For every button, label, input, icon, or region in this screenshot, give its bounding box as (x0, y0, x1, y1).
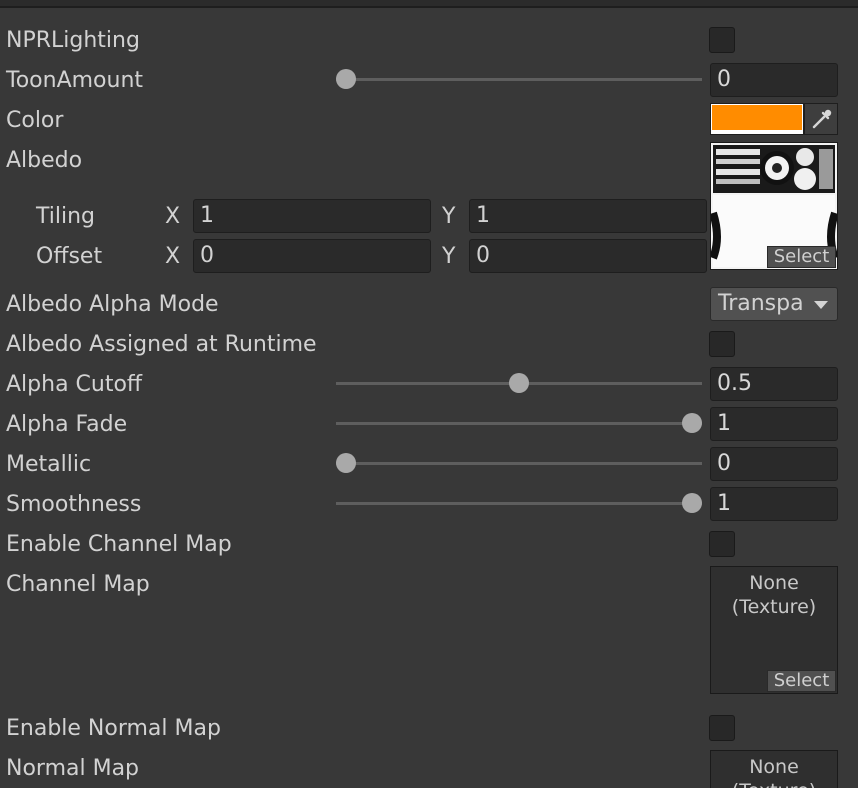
offset-x-field[interactable]: 0 (193, 239, 431, 273)
enable-normal-map-checkbox[interactable] (709, 715, 735, 741)
toon-amount-slider-track[interactable] (336, 78, 702, 81)
metallic-field[interactable]: 0 (710, 447, 838, 481)
tiling-x-field[interactable]: 1 (193, 199, 431, 233)
tiling-label: Tiling (36, 204, 96, 229)
albedo-runtime-label: Albedo Assigned at Runtime (6, 332, 317, 357)
metallic-slider-track[interactable] (336, 462, 702, 465)
color-swatch[interactable] (710, 103, 804, 135)
normal-map-texture-slot[interactable]: None (Texture) (710, 750, 838, 788)
channel-map-texture-type-text: (Texture) (731, 596, 817, 618)
alpha-cutoff-field[interactable]: 0.5 (710, 367, 838, 401)
alpha-cutoff-slider-handle[interactable] (509, 373, 529, 393)
offset-label: Offset (36, 244, 103, 269)
metallic-slider-handle[interactable] (336, 453, 356, 473)
alpha-fade-slider-handle[interactable] (682, 413, 702, 433)
albedo-texture-slot[interactable]: Select (710, 142, 838, 270)
npr-lighting-checkbox[interactable] (709, 27, 735, 53)
smoothness-label: Smoothness (6, 492, 142, 517)
smoothness-slider-track[interactable] (336, 502, 702, 505)
metallic-label: Metallic (6, 452, 92, 477)
alpha-cutoff-label: Alpha Cutoff (6, 372, 143, 397)
smoothness-slider-handle[interactable] (682, 493, 702, 513)
tiling-y-label: Y (442, 204, 456, 229)
offset-y-field[interactable]: 0 (469, 239, 707, 273)
enable-channel-map-checkbox[interactable] (709, 531, 735, 557)
albedo-select-button[interactable]: Select (767, 246, 836, 268)
alpha-fade-label: Alpha Fade (6, 412, 128, 437)
toon-amount-field[interactable]: 0 (710, 63, 838, 97)
albedo-label: Albedo (6, 148, 83, 173)
alpha-fade-slider-track[interactable] (336, 422, 702, 425)
toon-amount-label: ToonAmount (6, 68, 144, 93)
toon-amount-slider-handle[interactable] (336, 69, 356, 89)
offset-x-label: X (165, 244, 181, 269)
normal-map-texture-type-text: (Texture) (711, 779, 837, 788)
albedo-runtime-checkbox[interactable] (709, 331, 735, 357)
dropdown-arrow-icon (814, 301, 828, 309)
eyedropper-icon (812, 109, 832, 129)
eyedropper-button[interactable] (804, 103, 838, 135)
smoothness-field[interactable]: 1 (710, 487, 838, 521)
channel-map-select-button[interactable]: Select (767, 670, 836, 692)
normal-map-label: Normal Map (6, 756, 140, 781)
albedo-alpha-mode-dropdown[interactable]: Transpa (710, 287, 838, 321)
color-label: Color (6, 108, 64, 133)
channel-map-none-text: None (749, 572, 799, 594)
tiling-y-field[interactable]: 1 (469, 199, 707, 233)
albedo-alpha-mode-label: Albedo Alpha Mode (6, 292, 219, 317)
albedo-alpha-mode-value: Transpa (718, 291, 804, 316)
color-swatch-fill (712, 105, 802, 130)
top-divider (0, 0, 858, 8)
npr-lighting-label: NPRLighting (6, 28, 140, 53)
channel-map-texture-slot[interactable]: None (Texture) Select (710, 566, 838, 694)
normal-map-none-text: None (749, 756, 799, 778)
channel-map-label: Channel Map (6, 572, 150, 597)
offset-y-label: Y (442, 244, 456, 269)
alpha-fade-field[interactable]: 1 (710, 407, 838, 441)
enable-normal-map-label: Enable Normal Map (6, 716, 221, 741)
tiling-x-label: X (165, 204, 181, 229)
enable-channel-map-label: Enable Channel Map (6, 532, 232, 557)
